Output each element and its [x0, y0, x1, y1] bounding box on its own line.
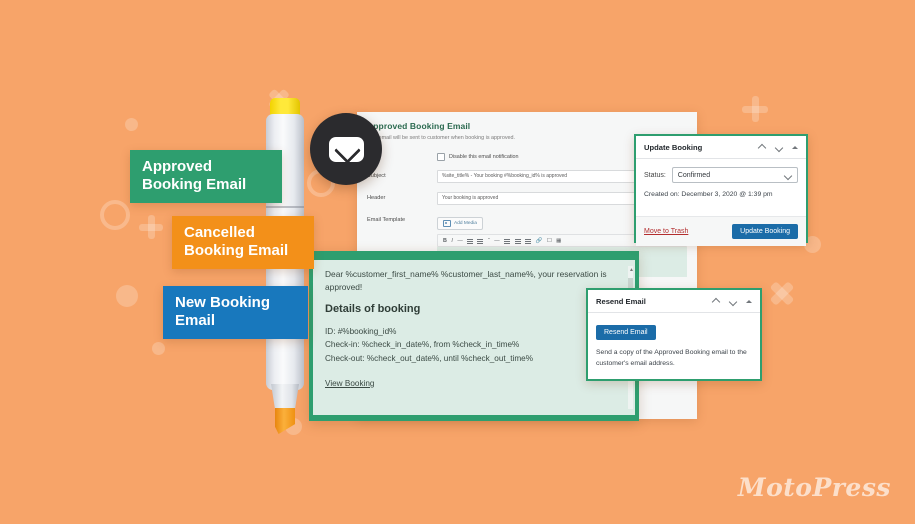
- approved-badge-line2: Booking Email: [142, 176, 247, 194]
- more-toolbar-icon[interactable]: ▦: [556, 238, 561, 244]
- resend-email-body: Resend Email Send a copy of the Approved…: [588, 313, 760, 377]
- header-label: Header: [367, 195, 386, 201]
- align-left-icon[interactable]: [504, 238, 511, 244]
- new-booking-email-badge: New Booking Email: [163, 286, 308, 339]
- cancelled-badge-line2: Booking Email: [184, 242, 289, 260]
- unlink-icon[interactable]: ☐: [547, 238, 552, 244]
- checkbox-label: Disable this email notification: [449, 154, 519, 160]
- move-down-icon[interactable]: [775, 143, 783, 151]
- update-booking-button[interactable]: Update Booking: [732, 224, 798, 239]
- deco-x-1: [769, 280, 795, 306]
- resend-email-title: Resend Email: [596, 296, 646, 306]
- template-greeting: Dear %customer_first_name% %customer_las…: [325, 269, 607, 293]
- strikethrough-icon[interactable]: —: [457, 238, 462, 244]
- cancelled-badge-line1: Cancelled: [184, 224, 255, 241]
- template-line-checkin: Check-in: %check_in_date%, from %check_i…: [325, 340, 520, 350]
- update-booking-body: Status: Confirmed Created on: December 3…: [636, 159, 806, 216]
- resend-email-note: Send a copy of the Approved Booking emai…: [596, 349, 747, 367]
- move-to-trash-link[interactable]: Move to Trash: [644, 228, 688, 235]
- new-badge-line2: Email: [175, 312, 216, 330]
- template-line-checkout: Check-out: %check_out_date%, until %chec…: [325, 353, 533, 363]
- align-right-icon[interactable]: [525, 238, 532, 244]
- add-media-label: Add Media: [454, 221, 477, 226]
- deco-ring-1: [100, 200, 130, 230]
- blockquote-icon[interactable]: “: [488, 238, 490, 244]
- move-up-icon[interactable]: [712, 297, 720, 305]
- subject-label: Subject: [367, 173, 386, 179]
- deco-dot-3: [152, 342, 165, 355]
- align-center-icon[interactable]: [514, 238, 521, 244]
- unordered-list-icon[interactable]: [466, 238, 473, 244]
- envelope-icon: [310, 113, 382, 185]
- template-heading: Details of booking: [325, 303, 421, 316]
- cancelled-booking-email-badge: Cancelled Booking Email: [172, 216, 314, 269]
- update-booking-footer: Move to Trash Update Booking: [636, 216, 806, 246]
- update-booking-metabox: Update Booking Status: Confirmed Created…: [634, 134, 808, 246]
- italic-icon[interactable]: I: [451, 238, 453, 244]
- status-value: Confirmed: [677, 171, 711, 179]
- resend-email-metabox: Resend Email Resend Email Send a copy of…: [586, 288, 762, 381]
- view-booking-link[interactable]: View Booking: [325, 379, 374, 388]
- resend-email-header: Resend Email: [588, 290, 760, 313]
- status-row: Status: Confirmed: [644, 167, 798, 183]
- status-select[interactable]: Confirmed: [671, 167, 798, 183]
- move-down-icon[interactable]: [729, 297, 737, 305]
- link-icon[interactable]: 🔗: [536, 238, 543, 244]
- checkbox-box[interactable]: [437, 153, 445, 161]
- toggle-panel-icon[interactable]: [746, 299, 752, 303]
- approved-badge-line1: Approved: [142, 158, 213, 175]
- promo-graphic-canvas: Approved Booking Email This email will b…: [0, 0, 915, 524]
- bold-icon[interactable]: B: [443, 238, 447, 244]
- deco-plus-2: [742, 96, 768, 122]
- add-media-button[interactable]: Add Media: [437, 217, 483, 230]
- template-line-id: ID: #%booking_id%: [325, 327, 397, 337]
- resend-email-button[interactable]: Resend Email: [596, 325, 656, 340]
- scroll-up-caret-icon[interactable]: ▲: [629, 267, 634, 273]
- update-booking-title: Update Booking: [644, 142, 703, 152]
- horizontal-rule-icon[interactable]: —: [494, 238, 499, 244]
- pen-seam: [266, 206, 304, 208]
- motopress-logo: MotoPress: [737, 473, 891, 502]
- approved-booking-email-badge: Approved Booking Email: [130, 150, 282, 203]
- envelope-glyph: [328, 136, 364, 162]
- deco-dot-1: [125, 118, 138, 131]
- toggle-panel-icon[interactable]: [792, 145, 798, 149]
- email-template-label: Email Template: [367, 217, 406, 223]
- chevron-down-icon: [784, 171, 792, 179]
- created-on-text: Created on: December 3, 2020 @ 1:39 pm: [644, 191, 773, 198]
- update-booking-header: Update Booking: [636, 136, 806, 159]
- status-label: Status:: [644, 171, 666, 179]
- new-badge-line1: New Booking: [175, 294, 271, 311]
- pen-taper: [271, 384, 299, 412]
- deco-plus-1: [139, 215, 163, 239]
- ordered-list-icon[interactable]: [477, 238, 484, 244]
- deco-dot-2: [116, 285, 138, 307]
- move-up-icon[interactable]: [758, 143, 766, 151]
- camera-icon: [443, 220, 451, 227]
- pen-tip: [275, 408, 295, 434]
- panel-title: Approved Booking Email: [367, 121, 471, 131]
